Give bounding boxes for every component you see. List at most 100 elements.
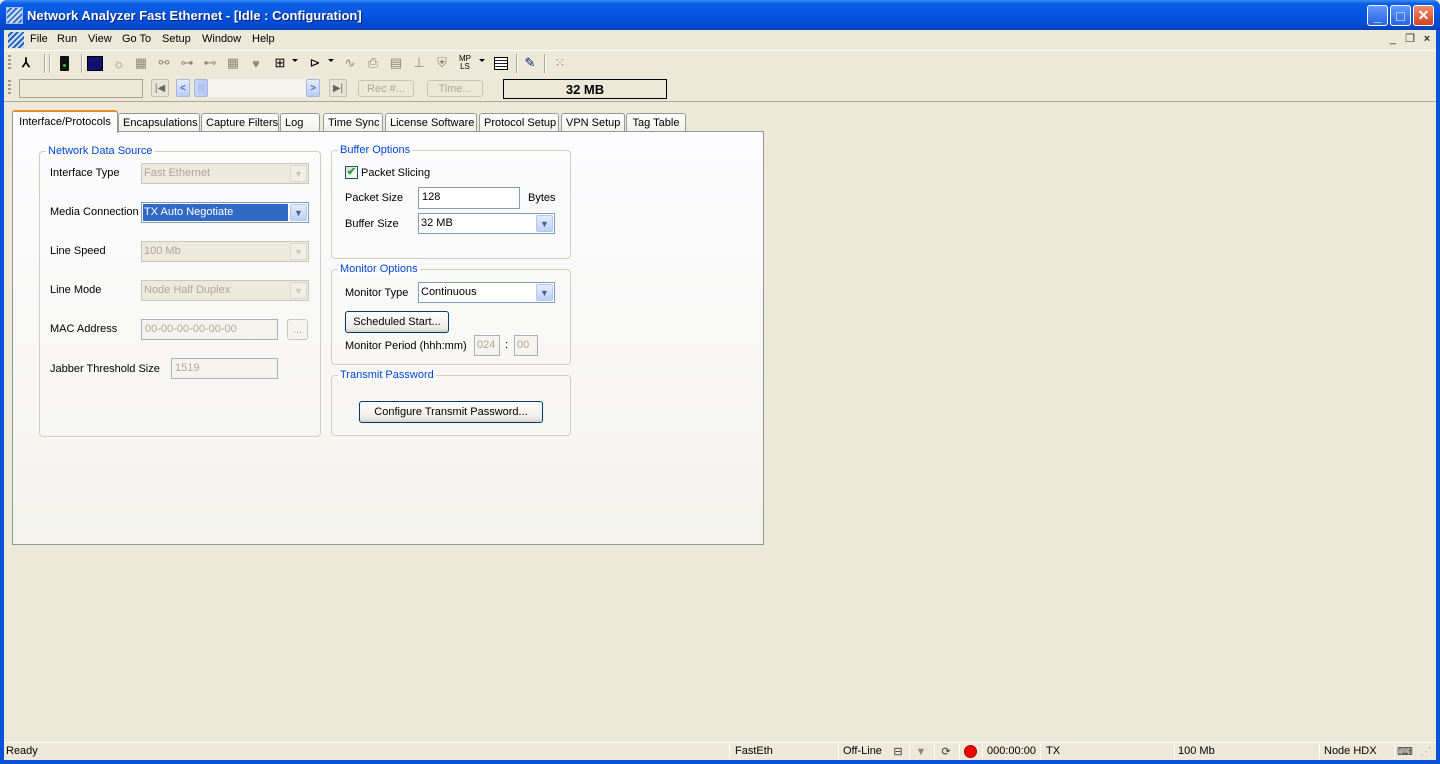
- menu-bar: File Run View Go To Setup Window Help _ …: [4, 30, 1436, 50]
- dotted-grid-icon[interactable]: ⁙: [551, 54, 569, 72]
- toolbar-separator: [544, 54, 546, 73]
- scheduled-start-button[interactable]: Scheduled Start...: [345, 311, 449, 333]
- light-bulb-icon[interactable]: ☼: [110, 54, 128, 72]
- record-scrollbar[interactable]: |||: [194, 79, 318, 97]
- record-field[interactable]: [19, 79, 143, 98]
- record-indicator-icon: [964, 745, 977, 758]
- status-separator: [838, 744, 839, 759]
- line-mode-label: Line Mode: [50, 284, 102, 296]
- toolbar-grip[interactable]: [8, 55, 11, 71]
- toolbar-grip[interactable]: [8, 80, 11, 96]
- mdi-restore-button[interactable]: ❐: [1403, 32, 1417, 46]
- navigation-toolbar: |◀ < ||| > ▶| Rec #... Time... 32 MB: [4, 76, 1436, 102]
- monitor-period-hours-input[interactable]: 024: [474, 335, 500, 356]
- traffic-light-icon[interactable]: [55, 54, 73, 72]
- status-separator: [1319, 744, 1320, 759]
- maximize-button[interactable]: □: [1390, 5, 1411, 26]
- document-logo-icon[interactable]: [8, 32, 24, 48]
- menu-view[interactable]: View: [88, 33, 112, 45]
- protocol-dropdown-icon[interactable]: [292, 59, 298, 62]
- menu-window[interactable]: Window: [202, 33, 241, 45]
- tab-strip: Interface/Protocols Encapsulations Captu…: [12, 110, 772, 133]
- tab-log[interactable]: Log: [280, 113, 320, 132]
- grid-icon[interactable]: ▦: [224, 54, 242, 72]
- title-bar[interactable]: Network Analyzer Fast Ethernet - [Idle :…: [0, 0, 1440, 30]
- mpls-dropdown-icon[interactable]: [479, 59, 485, 62]
- mdi-close-button[interactable]: ×: [1420, 32, 1434, 46]
- tab-encapsulations[interactable]: Encapsulations: [118, 113, 200, 132]
- shield-icon[interactable]: ⛨: [433, 54, 451, 72]
- menu-setup[interactable]: Setup: [162, 33, 191, 45]
- monitor-icon[interactable]: [86, 54, 104, 72]
- jabber-threshold-input[interactable]: 1519: [171, 358, 278, 379]
- chevron-down-icon: ▼: [290, 165, 307, 182]
- menu-file[interactable]: File: [30, 33, 48, 45]
- filter-icon[interactable]: ⊳: [306, 54, 324, 72]
- tab-tag-table[interactable]: Tag Table: [626, 113, 686, 132]
- chevron-down-icon: ▼: [290, 204, 307, 221]
- scrollbar-thumb[interactable]: |||: [194, 79, 208, 97]
- menu-run[interactable]: Run: [57, 33, 77, 45]
- app-window: Network Analyzer Fast Ethernet - [Idle :…: [0, 0, 1440, 764]
- first-record-icon: |◀: [154, 82, 166, 94]
- waveform-icon[interactable]: ∿: [341, 54, 359, 72]
- resize-grip-icon[interactable]: ⋰: [1418, 744, 1434, 759]
- close-button[interactable]: ✕: [1413, 5, 1434, 26]
- mdi-minimize-button[interactable]: _: [1386, 32, 1400, 46]
- refresh-icon[interactable]: ⟳: [938, 744, 954, 759]
- rec-number-button[interactable]: Rec #...: [358, 80, 414, 97]
- menu-help[interactable]: Help: [252, 33, 275, 45]
- prev-record-button[interactable]: <: [176, 79, 190, 97]
- monitor-period-minutes-input[interactable]: 00: [514, 335, 538, 356]
- tab-interface-protocols[interactable]: Interface/Protocols: [12, 110, 118, 133]
- tab-capture-filters[interactable]: Capture Filters: [201, 113, 279, 132]
- station-icon[interactable]: ▦: [132, 54, 150, 72]
- printer-icon[interactable]: ⎙: [364, 54, 382, 72]
- first-record-button[interactable]: |◀: [151, 79, 169, 97]
- mac-address-input[interactable]: 00-00-00-00-00-00: [141, 319, 278, 340]
- packet-size-input[interactable]: 128: [418, 187, 520, 209]
- protocol-icon[interactable]: ⊞: [271, 54, 289, 72]
- heart-icon[interactable]: ♥: [247, 54, 265, 72]
- status-text: Ready: [6, 745, 38, 757]
- chevron-down-icon: ▼: [290, 282, 307, 299]
- capture-buffer-icon[interactable]: ⊟: [890, 744, 906, 759]
- lmi-icon[interactable]: ▤: [387, 54, 405, 72]
- time-button[interactable]: Time...: [427, 80, 483, 97]
- monitor-options-group: Monitor Options Monitor Type Continuous …: [331, 263, 571, 365]
- filter-dropdown-icon[interactable]: [328, 59, 334, 62]
- media-connection-select[interactable]: TX Auto Negotiate ▼: [141, 202, 309, 223]
- hierarchy-icon[interactable]: ⊥: [410, 54, 428, 72]
- wrench-icon[interactable]: ✎: [521, 54, 539, 72]
- packet-slicing-checkbox[interactable]: ✔: [345, 166, 358, 179]
- tab-vpn-setup[interactable]: VPN Setup: [561, 113, 625, 132]
- line-mode-select[interactable]: Node Half Duplex ▼: [141, 280, 309, 301]
- run-icon[interactable]: ⅄: [17, 54, 35, 72]
- tab-license-software[interactable]: License Software: [385, 113, 477, 132]
- last-record-button[interactable]: ▶|: [329, 79, 347, 97]
- filter-icon[interactable]: ▼: [913, 744, 929, 759]
- tab-protocol-setup[interactable]: Protocol Setup: [479, 113, 559, 132]
- status-separator: [1174, 744, 1175, 759]
- interface-type-label: Interface Type: [50, 167, 120, 179]
- tab-time-sync[interactable]: Time Sync: [323, 113, 383, 132]
- network-link-icon[interactable]: ⊷: [201, 54, 219, 72]
- monitor-options-legend: Monitor Options: [338, 263, 420, 275]
- mpls-icon[interactable]: MP LS: [456, 54, 474, 72]
- menu-go-to[interactable]: Go To: [122, 33, 151, 45]
- status-separator: [1394, 744, 1395, 759]
- network-map-icon[interactable]: ⊶: [178, 54, 196, 72]
- toolbar-separator: [81, 54, 83, 73]
- mac-address-browse-button[interactable]: ...: [287, 319, 308, 340]
- configure-transmit-password-button[interactable]: Configure Transmit Password...: [359, 401, 543, 423]
- buffer-size-select[interactable]: 32 MB ▼: [418, 213, 555, 234]
- monitor-type-select[interactable]: Continuous ▼: [418, 282, 555, 303]
- interface-type-select[interactable]: Fast Ethernet ▼: [141, 163, 309, 184]
- table-icon[interactable]: [492, 54, 510, 72]
- next-record-button[interactable]: >: [306, 79, 320, 97]
- keyboard-icon: ⌨: [1397, 746, 1413, 758]
- minimize-button[interactable]: _: [1367, 5, 1388, 26]
- chevron-down-icon: ▼: [536, 215, 553, 232]
- nodes-icon[interactable]: ⚯: [155, 54, 173, 72]
- line-speed-select[interactable]: 100 Mb ▼: [141, 241, 309, 262]
